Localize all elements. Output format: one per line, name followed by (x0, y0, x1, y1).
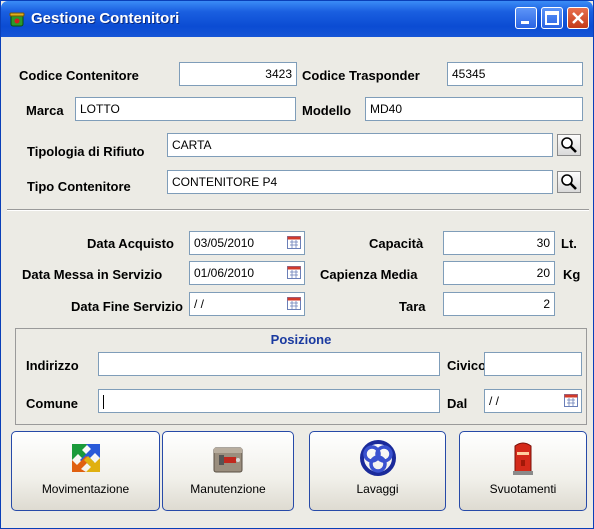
lavaggi-label: Lavaggi (356, 482, 399, 496)
marca-label: Marca (26, 103, 64, 118)
codice-trasponder-label: Codice Trasponder (302, 68, 420, 83)
magnifier-icon (561, 137, 577, 153)
civico-field[interactable] (484, 352, 582, 376)
codice-trasponder-field[interactable]: 45345 (447, 62, 583, 86)
maximize-button[interactable] (541, 7, 563, 29)
tara-field[interactable]: 2 (443, 292, 555, 316)
dal-label: Dal (447, 396, 468, 411)
indirizzo-label: Indirizzo (26, 358, 79, 373)
lavaggi-button[interactable]: Lavaggi (309, 431, 446, 511)
capienza-media-unit: Kg (563, 267, 581, 282)
tipo-contenitore-field[interactable]: CONTENITORE P4 (167, 170, 553, 194)
window-title: Gestione Contenitori (31, 10, 180, 27)
tipologia-rifiuto-label: Tipologia di Rifiuto (27, 144, 145, 159)
codice-contenitore-label: Codice Contenitore (19, 68, 139, 83)
capacita-field[interactable]: 30 (443, 231, 555, 255)
dal-value: / / (489, 394, 500, 408)
posizione-title: Posizione (270, 332, 332, 347)
comune-label: Comune (26, 396, 78, 411)
modello-label: Modello (302, 103, 352, 118)
magnifier-icon (561, 174, 577, 190)
calendar-icon[interactable] (287, 297, 301, 310)
title-bar[interactable]: Gestione Contenitori (1, 1, 593, 37)
tipo-contenitore-lookup-button[interactable] (557, 171, 581, 193)
data-messa-servizio-label: Data Messa in Servizio (22, 267, 163, 282)
recycle-bin-icon (9, 12, 25, 27)
movimentazione-button[interactable]: Movimentazione (11, 431, 160, 511)
capacita-unit: Lt. (561, 236, 577, 251)
dal-field[interactable]: / / (484, 389, 582, 413)
maximize-icon (545, 11, 559, 25)
indirizzo-field[interactable] (98, 352, 440, 376)
calendar-icon[interactable] (287, 236, 301, 249)
tipo-contenitore-label: Tipo Contenitore (27, 179, 131, 194)
data-acquisto-field[interactable]: 03/05/2010 (189, 231, 305, 255)
civico-label: Civico (447, 358, 487, 373)
data-messa-servizio-field[interactable]: 01/06/2010 (189, 261, 305, 285)
maintenance-tool-icon (213, 447, 243, 473)
minimize-icon (521, 21, 529, 24)
tipologia-rifiuto-lookup-button[interactable] (557, 134, 581, 156)
washing-knot-icon (359, 440, 396, 476)
codice-contenitore-field[interactable]: 3423 (179, 62, 297, 86)
capacita-label: Capacità (369, 236, 424, 251)
close-button[interactable] (567, 7, 589, 29)
minimize-button[interactable] (515, 7, 537, 29)
data-fine-servizio-field[interactable]: / / (189, 292, 305, 316)
marca-field[interactable]: LOTTO (75, 97, 296, 121)
gestione-contenitori-window: Gestione Contenitori Codice Contenitore … (0, 0, 594, 529)
section-divider (7, 209, 589, 211)
movimentazione-label: Movimentazione (41, 482, 130, 496)
svuotamenti-button[interactable]: Svuotamenti (459, 431, 587, 511)
modello-field[interactable]: MD40 (365, 97, 583, 121)
capienza-media-label: Capienza Media (320, 267, 418, 282)
capienza-media-field[interactable]: 20 (443, 261, 555, 285)
tara-label: Tara (399, 299, 426, 314)
calendar-icon[interactable] (287, 266, 301, 279)
close-icon (572, 12, 584, 24)
manutenzione-button[interactable]: Manutenzione (162, 431, 294, 511)
data-fine-servizio-value: / / (194, 297, 205, 311)
calendar-icon[interactable] (564, 394, 578, 407)
data-acquisto-label: Data Acquisto (87, 236, 174, 251)
text-cursor (103, 394, 104, 409)
data-acquisto-value: 03/05/2010 (194, 236, 255, 250)
mailbox-bin-icon (513, 442, 533, 475)
data-messa-servizio-value: 01/06/2010 (194, 266, 255, 280)
manutenzione-label: Manutenzione (190, 482, 266, 496)
tipologia-rifiuto-field[interactable]: CARTA (167, 133, 553, 157)
movement-arrows-icon (71, 444, 100, 472)
data-fine-servizio-label: Data Fine Servizio (71, 299, 183, 314)
comune-field[interactable] (98, 389, 440, 413)
svuotamenti-label: Svuotamenti (489, 482, 557, 496)
posizione-panel: Posizione Indirizzo Civico Comune Dal / … (15, 328, 587, 425)
